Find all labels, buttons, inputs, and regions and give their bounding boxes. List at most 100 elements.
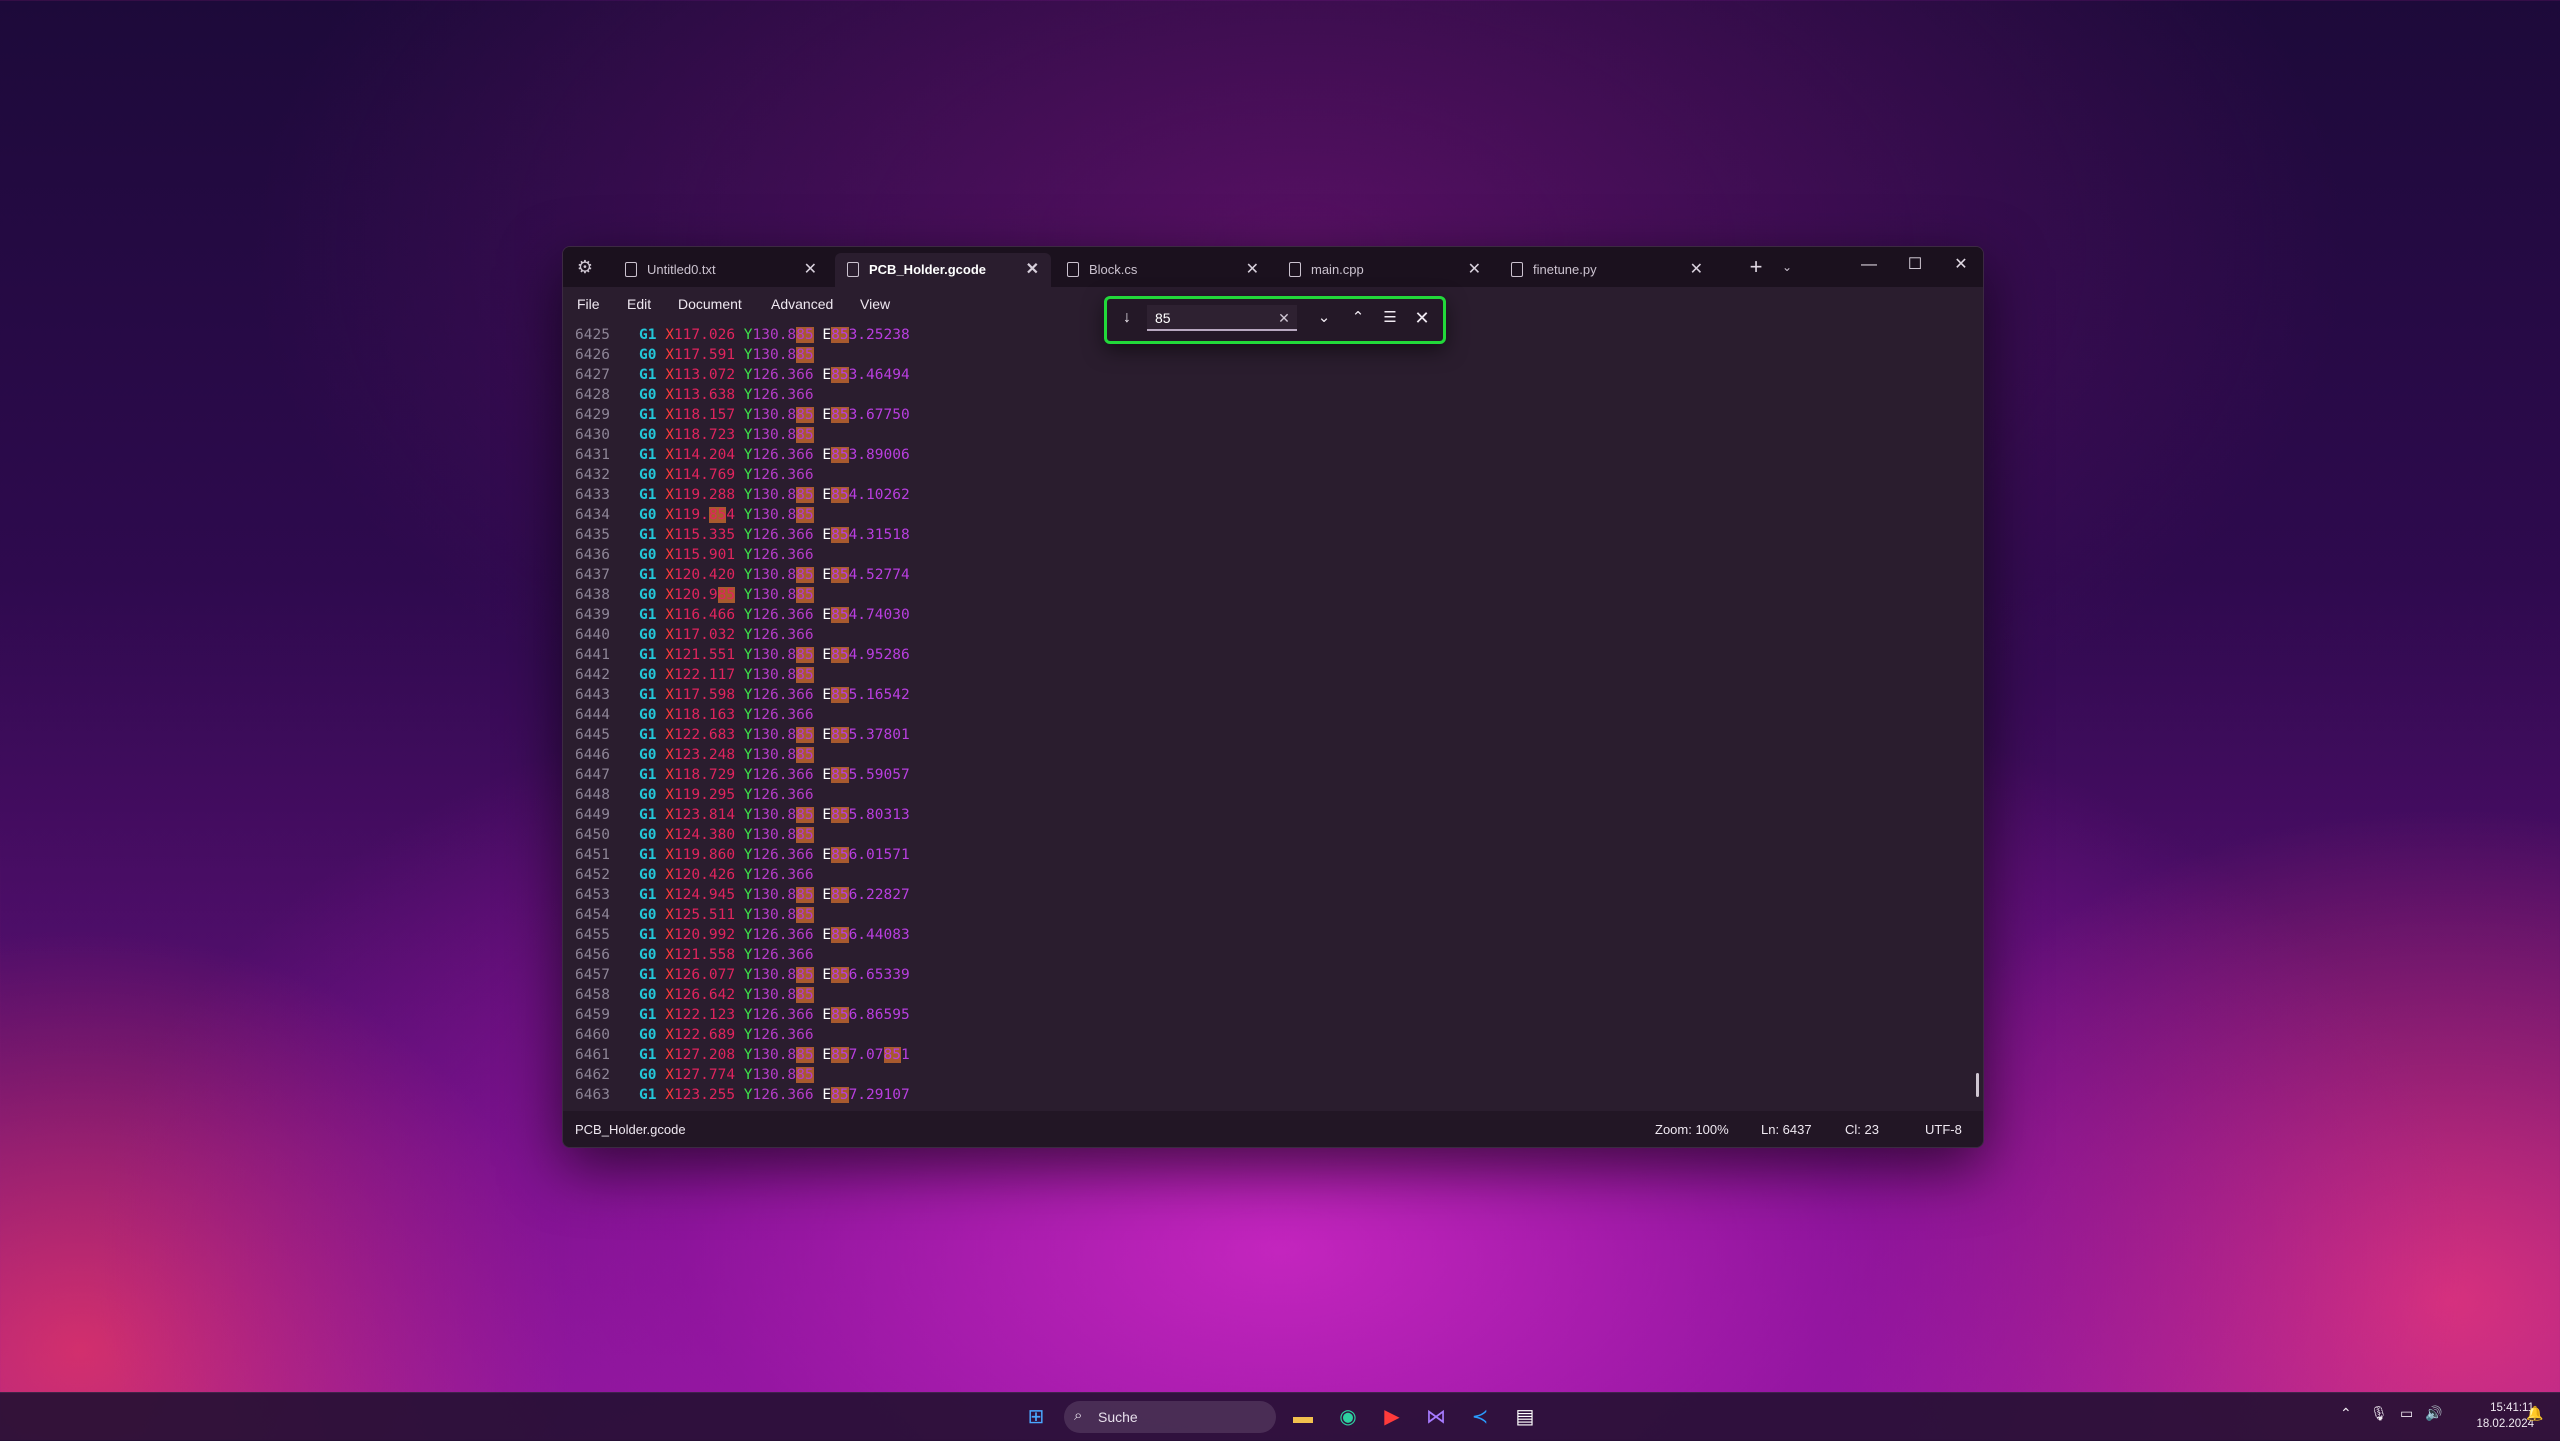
gcode-text: G1 X120.420 Y130.885 E854.52774: [639, 567, 910, 583]
maximize-icon[interactable]: ☐: [1895, 251, 1935, 279]
line-number: 6426: [575, 347, 610, 363]
gcode-text: G1 X114.204 Y126.366 E853.89006: [639, 447, 910, 463]
status-encoding[interactable]: UTF-8: [1925, 1122, 1962, 1137]
line-number: 6453: [575, 887, 610, 903]
find-box: ↓ 85 ✕ ⌄ ⌃ ☰ ✕: [1104, 296, 1446, 344]
gcode-text: G0 X126.642 Y130.885: [639, 987, 814, 1003]
close-tab-icon[interactable]: ✕: [1026, 259, 1039, 279]
menu-advanced[interactable]: Advanced: [771, 296, 833, 312]
search-direction-down-icon[interactable]: ↓: [1117, 308, 1137, 328]
tray-chevron-icon[interactable]: ⌃: [2340, 1405, 2352, 1422]
vscode-icon[interactable]: ≺: [1463, 1401, 1497, 1433]
clock-date: 18.02.2024: [2476, 1418, 2534, 1430]
clock-time: 15:41:11: [2490, 1402, 2534, 1414]
network-icon[interactable]: ▭: [2400, 1405, 2413, 1422]
close-find-icon[interactable]: ✕: [1409, 306, 1435, 330]
close-tab-icon[interactable]: ✕: [804, 259, 817, 279]
line-number: 6444: [575, 707, 610, 723]
tab-block-cs[interactable]: Block.cs ✕: [1055, 253, 1271, 287]
tab-label: Untitled0.txt: [647, 262, 716, 277]
microphone-icon[interactable]: 🎙: [2370, 1405, 2388, 1422]
edge-browser-icon[interactable]: ◉: [1331, 1401, 1365, 1433]
line-number: 6435: [575, 527, 610, 543]
gcode-text: G1 X123.814 Y130.885 E855.80313: [639, 807, 910, 823]
vertical-scrollbar[interactable]: [1976, 1073, 1979, 1097]
document-icon: [1067, 262, 1079, 277]
clear-search-icon[interactable]: ✕: [1273, 305, 1295, 331]
gcode-text: G0 X114.769 Y126.366: [639, 467, 814, 483]
status-line[interactable]: Ln: 6437: [1761, 1122, 1812, 1137]
tab-bar: ⚙ Untitled0.txt ✕ PCB_Holder.gcode ✕ Blo…: [563, 247, 1983, 287]
gcode-text: G1 X117.598 Y126.366 E855.16542: [639, 687, 910, 703]
windows-start-icon[interactable]: ⊞: [1019, 1401, 1053, 1433]
find-options-icon[interactable]: ☰: [1377, 306, 1403, 330]
menu-view[interactable]: View: [860, 296, 890, 312]
line-number: 6438: [575, 587, 610, 603]
line-number: 6455: [575, 927, 610, 943]
line-number: 6427: [575, 367, 610, 383]
tab-pcb-holder[interactable]: PCB_Holder.gcode ✕: [835, 253, 1051, 287]
new-tab-plus-icon[interactable]: +: [1742, 253, 1770, 281]
find-next-chevron-down-icon[interactable]: ⌄: [1311, 306, 1337, 330]
gcode-text: G0 X120.985 Y130.885: [639, 587, 814, 603]
tab-untitled0[interactable]: Untitled0.txt ✕: [613, 253, 829, 287]
close-tab-icon[interactable]: ✕: [1246, 259, 1259, 279]
visual-studio-icon[interactable]: ⋈: [1419, 1401, 1453, 1433]
volume-icon[interactable]: 🔊: [2425, 1405, 2442, 1422]
notepads-window: ⚙ Untitled0.txt ✕ PCB_Holder.gcode ✕ Blo…: [562, 246, 1984, 1148]
close-window-icon[interactable]: ✕: [1941, 251, 1981, 279]
gcode-text: G1 X123.255 Y126.366 E857.29107: [639, 1087, 910, 1103]
settings-gear-icon[interactable]: ⚙: [573, 255, 597, 279]
menu-document[interactable]: Document: [678, 296, 742, 312]
tab-main-cpp[interactable]: main.cpp ✕: [1277, 253, 1493, 287]
line-number: 6436: [575, 547, 610, 563]
media-player-icon[interactable]: ▶: [1375, 1401, 1409, 1433]
find-previous-chevron-up-icon[interactable]: ⌃: [1345, 306, 1371, 330]
tab-label: PCB_Holder.gcode: [869, 262, 987, 277]
line-number: 6456: [575, 947, 610, 963]
gcode-text: G0 X117.591 Y130.885: [639, 347, 814, 363]
line-number: 6454: [575, 907, 610, 923]
line-number: 6458: [575, 987, 610, 1003]
notifications-bell-icon[interactable]: 🔔: [2526, 1405, 2543, 1422]
gcode-text: G0 X115.901 Y126.366: [639, 547, 814, 563]
gcode-text: G1 X126.077 Y130.885 E856.65339: [639, 967, 910, 983]
file-explorer-icon[interactable]: ▬: [1286, 1401, 1320, 1433]
status-zoom[interactable]: Zoom: 100%: [1655, 1122, 1729, 1137]
line-number: 6445: [575, 727, 610, 743]
taskbar-search[interactable]: ⌕ Suche: [1064, 1401, 1276, 1433]
minimize-icon[interactable]: —: [1849, 251, 1889, 279]
gcode-text: G0 X124.380 Y130.885: [639, 827, 814, 843]
line-number: 6431: [575, 447, 610, 463]
menu-edit[interactable]: Edit: [627, 296, 651, 312]
gcode-text: G1 X117.026 Y130.885 E853.25238: [639, 327, 910, 343]
gcode-text: G1 X121.551 Y130.885 E854.95286: [639, 647, 910, 663]
gcode-text: G0 X122.117 Y130.885: [639, 667, 814, 683]
line-number: 6447: [575, 767, 610, 783]
line-number: 6432: [575, 467, 610, 483]
line-number: 6457: [575, 967, 610, 983]
taskbar: ⊞ ⌕ Suche ▬ ◉ ▶ ⋈ ≺ ▤ ⌃ 🎙 ▭ 🔊 15:41:11 1…: [0, 1392, 2560, 1441]
gcode-text: G1 X119.860 Y126.366 E856.01571: [639, 847, 910, 863]
menu-file[interactable]: File: [577, 296, 600, 312]
clock[interactable]: 15:41:11 18.02.2024: [2454, 1400, 2534, 1432]
line-number: 6461: [575, 1047, 610, 1063]
tab-list-chevron-icon[interactable]: ⌄: [1776, 255, 1798, 279]
gcode-text: G1 X115.335 Y126.366 E854.31518: [639, 527, 910, 543]
gcode-text: G0 X113.638 Y126.366: [639, 387, 814, 403]
line-number: 6440: [575, 627, 610, 643]
close-tab-icon[interactable]: ✕: [1468, 259, 1481, 279]
tab-finetune-py[interactable]: finetune.py ✕: [1499, 253, 1715, 287]
close-tab-icon[interactable]: ✕: [1690, 259, 1703, 279]
gcode-text: G0 X127.774 Y130.885: [639, 1067, 814, 1083]
line-number: 6463: [575, 1087, 610, 1103]
line-number: 6460: [575, 1027, 610, 1043]
line-number: 6437: [575, 567, 610, 583]
line-number: 6430: [575, 427, 610, 443]
gcode-text: G0 X122.689 Y126.366: [639, 1027, 814, 1043]
document-icon: [1511, 262, 1523, 277]
notepads-app-icon[interactable]: ▤: [1508, 1401, 1542, 1433]
gcode-text: G1 X122.683 Y130.885 E855.37801: [639, 727, 910, 743]
document-icon: [847, 262, 859, 277]
text-editor[interactable]: 6425 G1 X117.026 Y130.885 E853.25238 6426 G…: [563, 321, 1983, 1111]
